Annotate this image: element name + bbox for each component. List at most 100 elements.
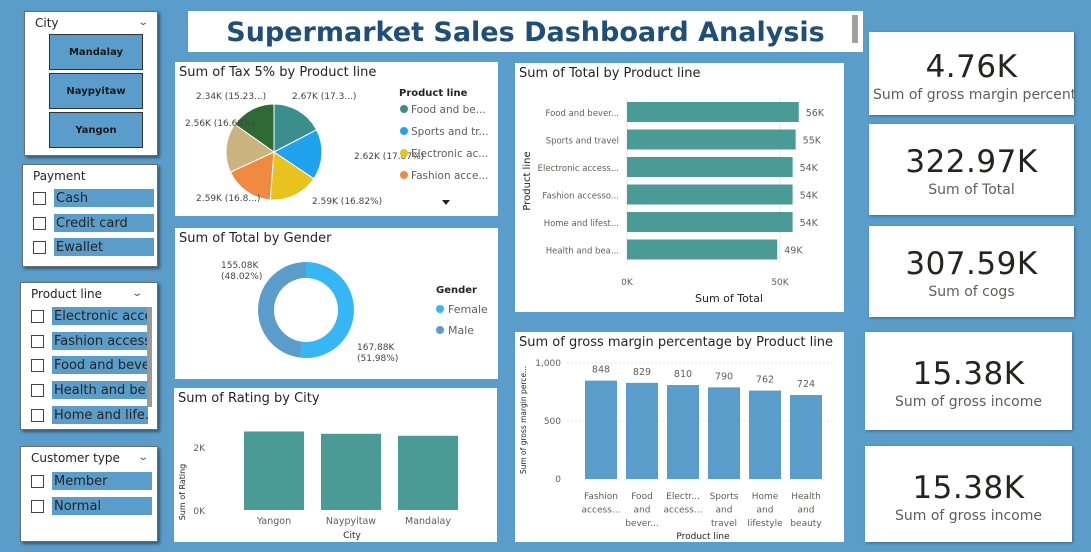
donut-slice[interactable] (258, 262, 306, 358)
gender-donut-visual: Sum of Total by Gender 155.08K (48.02%) 1… (175, 228, 498, 379)
rating-bar-chart: Sum of Rating 2K 0K Yangon Naypyitaw Manda… (178, 431, 458, 541)
total-hbar-chart: Product line Food and bever... 56K Sports … (522, 98, 825, 305)
y-tick-label: 0 (555, 475, 561, 485)
legend-marker (400, 127, 408, 135)
y-tick-label: Home and lifest... (544, 219, 619, 229)
y-tick-label: Fashion accesso... (542, 192, 619, 202)
city-tile-naypyitaw[interactable]: Naypyitaw (49, 73, 143, 109)
donut-slice[interactable] (300, 262, 354, 358)
chevron-down-icon[interactable]: ⌄ (137, 452, 149, 463)
product-option-home[interactable]: Home and life... (31, 406, 148, 424)
bar[interactable] (626, 382, 658, 479)
bar[interactable] (585, 380, 617, 479)
legend-more-icon[interactable] (442, 200, 450, 205)
x-tick-label: Naypyitaw (326, 516, 376, 527)
pie-data-label: 2.34K (15.23...) (196, 92, 266, 102)
city-tile-mandalay[interactable]: Mandalay (49, 34, 143, 70)
pie-data-label: 2.67K (17.3...) (292, 92, 356, 102)
checkbox[interactable] (33, 191, 46, 205)
kpi-card-gross-income-2: 15.38K Sum of gross income (865, 446, 1072, 542)
payment-option-cash[interactable]: Cash (33, 189, 154, 207)
checkbox[interactable] (33, 240, 46, 254)
bar[interactable] (398, 435, 458, 510)
bar[interactable] (321, 433, 381, 510)
kpi-card-gross-margin: 4.76K Sum of gross margin percenta... (869, 32, 1074, 115)
y-axis-label: Product line (522, 151, 533, 210)
checkbox[interactable] (31, 474, 44, 488)
y-tick-label: 500 (544, 417, 561, 427)
legend-marker (400, 105, 408, 113)
product-option-food[interactable]: Food and beve... (31, 356, 148, 374)
product-option-electronic[interactable]: Electronic acce... (31, 307, 148, 325)
checkbox[interactable] (31, 408, 44, 422)
kpi-value: 4.76K (925, 49, 1018, 85)
pie-data-label: 2.59K (16.82%) (312, 197, 382, 207)
gender-donut-chart: 155.08K (48.02%) 167.88K (51.98%) Gender F… (221, 261, 488, 364)
payment-option-ewallet[interactable]: Ewallet (33, 238, 154, 256)
data-label: 810 (674, 369, 692, 380)
data-label: 790 (715, 371, 733, 382)
y-tick-label: 2K (193, 444, 206, 454)
bar[interactable] (627, 212, 793, 232)
kpi-value: 15.38K (912, 356, 1025, 392)
customer-option-member[interactable]: Member (31, 472, 152, 490)
customer-option-normal[interactable]: Normal (31, 497, 152, 515)
tax-pie-visual: Sum of Tax 5% by Product line 2.67K (17.… (175, 62, 498, 216)
chevron-down-icon[interactable]: ⌄ (137, 17, 149, 28)
x-tick-label: Sports and travel (710, 492, 739, 529)
checkbox[interactable] (31, 383, 44, 397)
slicer-scrollbar[interactable] (147, 307, 152, 407)
bar[interactable] (749, 390, 781, 479)
donut-data-label: 167.88K (51.98%) (357, 343, 398, 364)
customer-type-slicer-title: Customer type (31, 451, 120, 465)
product-option-fashion[interactable]: Fashion access... (31, 332, 148, 350)
bar[interactable] (708, 387, 740, 479)
legend-entry[interactable]: Food and be... (411, 104, 486, 116)
checkbox[interactable] (31, 499, 44, 513)
legend-entry[interactable]: Electronic ac... (411, 148, 488, 160)
data-label: 55K (803, 136, 822, 147)
chevron-down-icon[interactable]: ⌄ (131, 288, 143, 299)
bar[interactable] (627, 157, 793, 177)
data-label: 54K (800, 163, 819, 174)
dashboard-title: Supermarket Sales Dashboard Analysis (226, 17, 825, 48)
data-label: 56K (806, 108, 825, 119)
bar[interactable] (627, 184, 793, 205)
bar[interactable] (244, 431, 304, 510)
y-axis-label: Sum of gross margin perce... (519, 366, 528, 474)
kpi-label: Sum of Total (928, 182, 1015, 198)
bar[interactable] (627, 102, 799, 122)
checkbox[interactable] (31, 309, 44, 323)
bar[interactable] (667, 385, 699, 479)
kpi-card-gross-income: 15.38K Sum of gross income (865, 332, 1072, 430)
x-tick-label: Fashion access... (582, 492, 621, 516)
legend-marker (400, 171, 408, 179)
kpi-label: Sum of gross income (894, 508, 1042, 524)
bar[interactable] (790, 395, 822, 479)
legend-entry[interactable]: Sports and tr... (411, 126, 489, 138)
bar[interactable] (627, 239, 778, 260)
city-tile-yangon[interactable]: Yangon (49, 112, 143, 148)
x-axis-label: Sum of Total (695, 292, 763, 305)
product-option-health[interactable]: Health and be... (31, 381, 148, 399)
payment-option-credit-card[interactable]: Credit card (33, 214, 154, 232)
y-tick-label: 0K (193, 507, 206, 517)
city-slicer-title: City (35, 16, 59, 30)
bar[interactable] (627, 129, 796, 150)
legend-entry[interactable]: Fashion acce... (411, 170, 488, 182)
kpi-card-total: 322.97K Sum of Total (869, 124, 1074, 215)
title-scrollbar[interactable] (852, 15, 858, 43)
checkbox[interactable] (31, 358, 44, 372)
donut-data-label: 155.08K (48.02%) (221, 261, 262, 282)
x-tick-label: 0K (621, 278, 634, 288)
checkbox[interactable] (31, 334, 44, 348)
legend-marker (436, 305, 444, 313)
data-label: 54K (800, 218, 819, 229)
legend-marker (400, 149, 408, 157)
city-slicer: City ⌄ Mandalay Naypyitaw Yangon (24, 11, 158, 156)
legend-title: Gender (436, 285, 477, 296)
checkbox[interactable] (33, 216, 46, 230)
legend-marker (436, 326, 444, 334)
pie-data-label: 2.56K (16.68%) (185, 119, 255, 129)
kpi-label: Sum of gross income (894, 394, 1042, 410)
